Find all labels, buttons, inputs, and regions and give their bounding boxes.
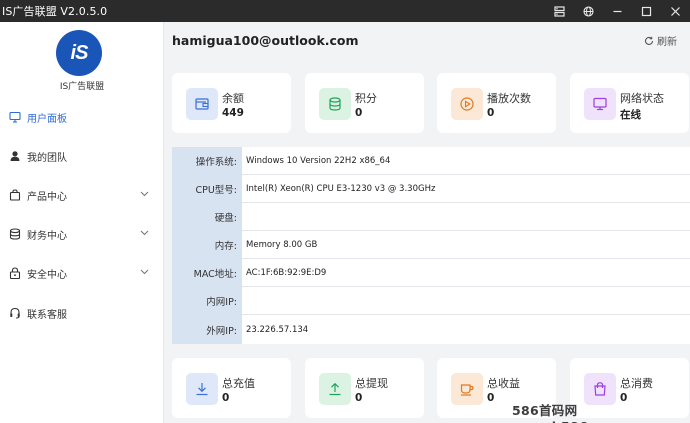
- play-circle-icon: [451, 88, 483, 120]
- stat-label: 播放次数: [487, 92, 531, 105]
- info-label: CPU型号:: [172, 174, 242, 203]
- stat-label: 总收益: [487, 377, 520, 390]
- table-row: MAC地址: AC:1F:6B:92:9E:D9: [172, 258, 690, 287]
- system-info-table: 操作系统: Windows 10 Version 22H2 x86_64 CPU…: [172, 146, 690, 344]
- watermark: 586首码网 www.h586.com: [512, 403, 623, 423]
- sidebar-item-my-team[interactable]: 我的团队: [0, 145, 164, 167]
- logo-text: iS: [70, 41, 89, 64]
- stat-label: 总充值: [222, 377, 255, 390]
- database-icon: [8, 227, 22, 241]
- stat-card-network-status: 网络状态 在线: [570, 73, 689, 133]
- monitor-icon: [584, 88, 616, 120]
- info-label: 内存:: [172, 230, 242, 259]
- info-label: 外网IP:: [172, 315, 242, 344]
- info-value: AC:1F:6B:92:9E:D9: [246, 267, 327, 278]
- info-label: 内网IP:: [172, 286, 242, 315]
- title-bar: IS广告联盟 V2.0.5.0: [0, 0, 690, 22]
- sidebar-item-label: 我的团队: [27, 152, 67, 164]
- stat-value: 0: [355, 107, 363, 119]
- stat-value: 0: [487, 392, 495, 404]
- info-value: Memory 8.00 GB: [246, 239, 318, 250]
- table-row: CPU型号: Intel(R) Xeon(R) CPU E3-1230 v3 @…: [172, 174, 690, 203]
- sidebar-item-label: 安全中心: [27, 269, 67, 281]
- stat-label: 总提现: [355, 377, 388, 390]
- sidebar-item-product-center[interactable]: 产品中心: [0, 184, 164, 206]
- sidebar-item-label: 联系客服: [27, 309, 67, 321]
- sidebar: iS IS广告联盟 用户面板 我的团队 产品中心 财务中心 安全中心 联系客服: [0, 22, 164, 423]
- stat-card-points: 积分 0: [305, 73, 424, 133]
- info-value: 23.226.57.134: [246, 324, 309, 335]
- lock-icon: [8, 266, 22, 280]
- server-icon[interactable]: [545, 0, 574, 22]
- stat-label: 网络状态: [620, 92, 664, 105]
- stat-value: 在线: [620, 109, 641, 121]
- sidebar-item-contact-support[interactable]: 联系客服: [0, 302, 164, 324]
- cup-icon: [451, 373, 483, 405]
- stat-card-total-withdraw: 总提现 0: [305, 358, 424, 418]
- sidebar-item-finance-center[interactable]: 财务中心: [0, 223, 164, 245]
- stat-label: 积分: [355, 92, 377, 105]
- refresh-icon: [643, 35, 654, 46]
- app-logo: iS: [56, 30, 102, 76]
- account-email: hamigua100@outlook.com: [172, 33, 359, 48]
- stat-label: 余额: [222, 92, 244, 105]
- info-value: Windows 10 Version 22H2 x86_64: [246, 155, 391, 166]
- coins-icon: [319, 88, 351, 120]
- stat-value: 0: [487, 107, 495, 119]
- stat-label: 总消费: [620, 377, 653, 390]
- info-label: 硬盘:: [172, 202, 242, 231]
- brand-name: IS广告联盟: [59, 82, 105, 92]
- table-row: 内网IP:: [172, 286, 690, 315]
- download-icon: [186, 373, 218, 405]
- wallet-icon: [186, 88, 218, 120]
- window-title: IS广告联盟 V2.0.5.0: [2, 5, 108, 18]
- window-controls: [545, 0, 690, 22]
- table-row: 硬盘:: [172, 202, 690, 231]
- upload-icon: [319, 373, 351, 405]
- minimize-button[interactable]: [603, 0, 632, 22]
- sidebar-item-label: 用户面板: [27, 113, 67, 125]
- info-value: Intel(R) Xeon(R) CPU E3-1230 v3 @ 3.30GH…: [246, 183, 436, 194]
- sidebar-item-user-panel[interactable]: 用户面板: [0, 106, 164, 128]
- table-row: 内存: Memory 8.00 GB: [172, 230, 690, 259]
- maximize-button[interactable]: [632, 0, 661, 22]
- chevron-down-icon[interactable]: [138, 266, 150, 278]
- chevron-down-icon[interactable]: [138, 227, 150, 239]
- refresh-label: 刷新: [657, 37, 677, 48]
- monitor-icon: [8, 110, 22, 124]
- stat-card-balance: 余额 449: [172, 73, 291, 133]
- globe-icon[interactable]: [574, 0, 603, 22]
- bag-icon: [8, 188, 22, 202]
- table-row: 外网IP: 23.226.57.134: [172, 315, 690, 344]
- stat-value: 0: [222, 392, 230, 404]
- sidebar-item-security-center[interactable]: 安全中心: [0, 262, 164, 284]
- chevron-down-icon[interactable]: [138, 188, 150, 200]
- user-icon: [8, 149, 22, 163]
- info-label: 操作系统:: [172, 146, 242, 175]
- stat-value: 449: [222, 107, 244, 119]
- info-label: MAC地址:: [172, 258, 242, 287]
- sidebar-item-label: 产品中心: [27, 191, 67, 203]
- table-row: 操作系统: Windows 10 Version 22H2 x86_64: [172, 146, 690, 175]
- close-button[interactable]: [661, 0, 690, 22]
- stat-card-total-recharge: 总充值 0: [172, 358, 291, 418]
- refresh-button[interactable]: 刷新: [643, 33, 677, 48]
- headset-icon: [8, 306, 22, 320]
- sidebar-item-label: 财务中心: [27, 230, 67, 242]
- stat-card-play-count: 播放次数 0: [437, 73, 556, 133]
- stat-value: 0: [355, 392, 363, 404]
